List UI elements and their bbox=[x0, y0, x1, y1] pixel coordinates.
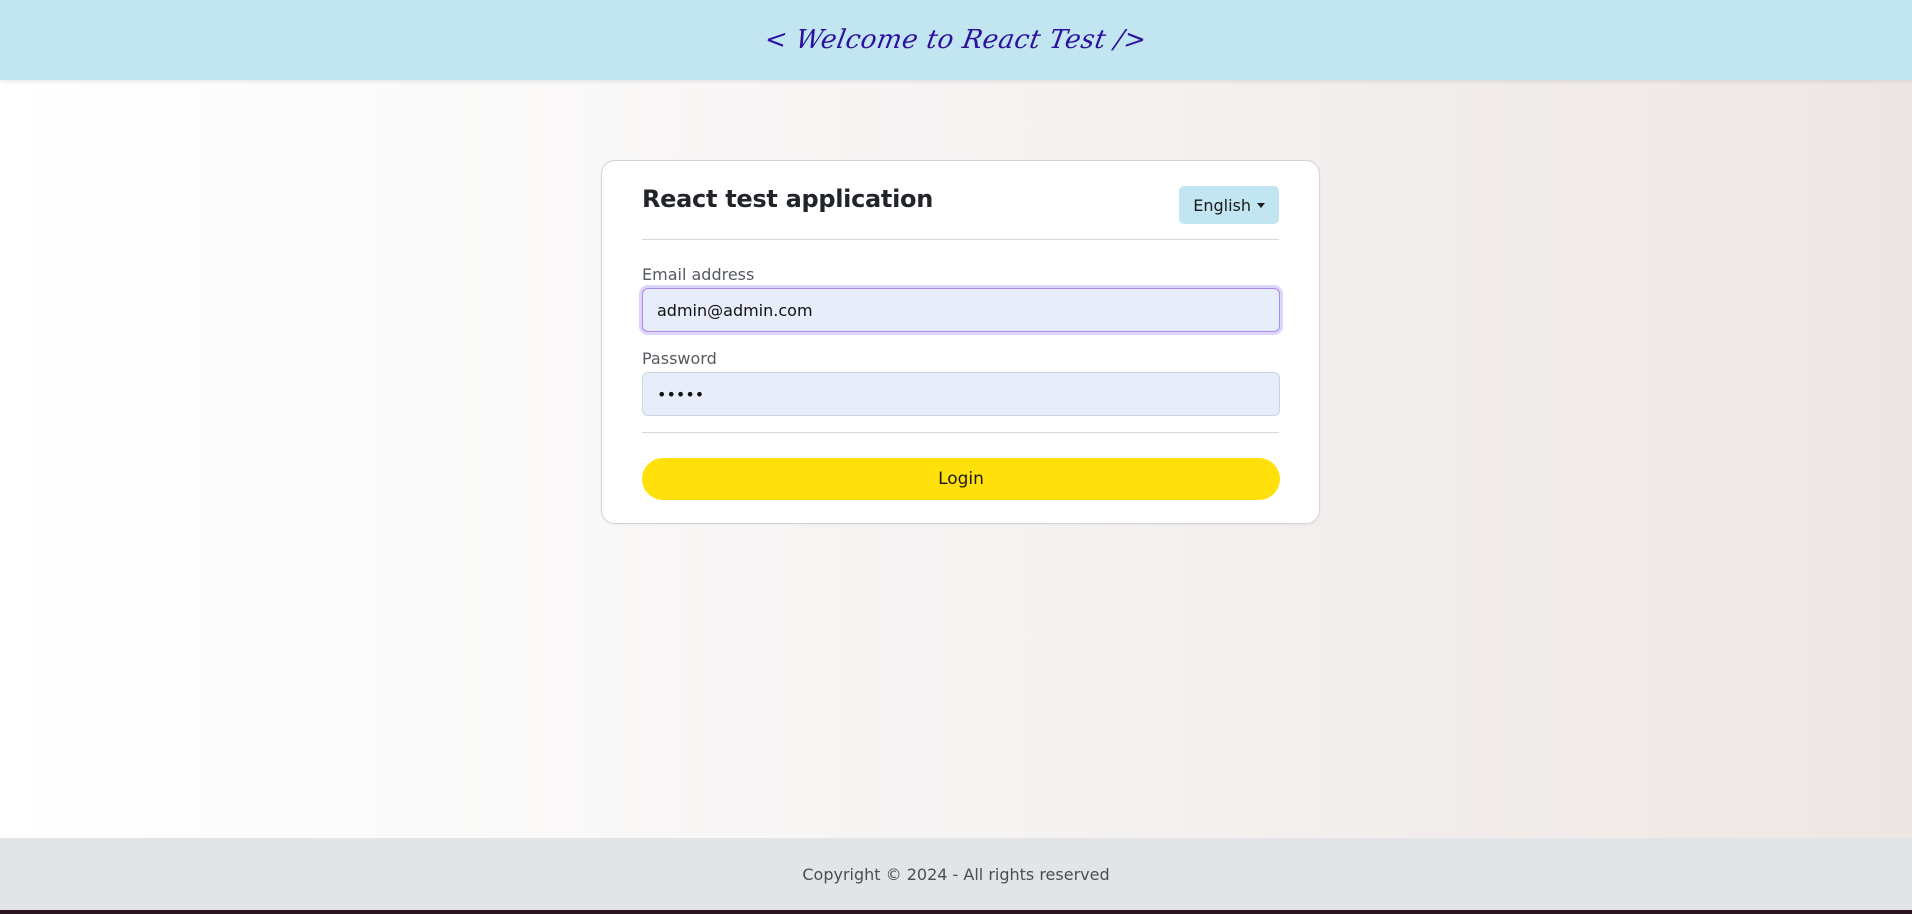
form-divider bbox=[642, 432, 1279, 433]
email-label: Email address bbox=[642, 265, 755, 284]
bottom-edge-strip bbox=[0, 910, 1912, 914]
login-card: React test application English Email add… bbox=[601, 160, 1320, 524]
language-selected-label: English bbox=[1193, 195, 1251, 215]
password-label: Password bbox=[642, 349, 717, 368]
welcome-title: < Welcome to React Test /> bbox=[762, 25, 1150, 55]
header-divider bbox=[642, 239, 1279, 240]
login-button[interactable]: Login bbox=[642, 458, 1280, 500]
top-header: < Welcome to React Test /> bbox=[0, 0, 1912, 80]
caret-down-icon bbox=[1257, 202, 1265, 208]
password-input[interactable] bbox=[642, 372, 1280, 416]
card-title: React test application bbox=[642, 185, 933, 213]
language-dropdown-button[interactable]: English bbox=[1179, 186, 1279, 224]
page-footer: Copyright © 2024 - All rights reserved bbox=[0, 838, 1912, 910]
copyright-text: Copyright © 2024 - All rights reserved bbox=[802, 864, 1110, 884]
email-input[interactable] bbox=[642, 288, 1280, 332]
